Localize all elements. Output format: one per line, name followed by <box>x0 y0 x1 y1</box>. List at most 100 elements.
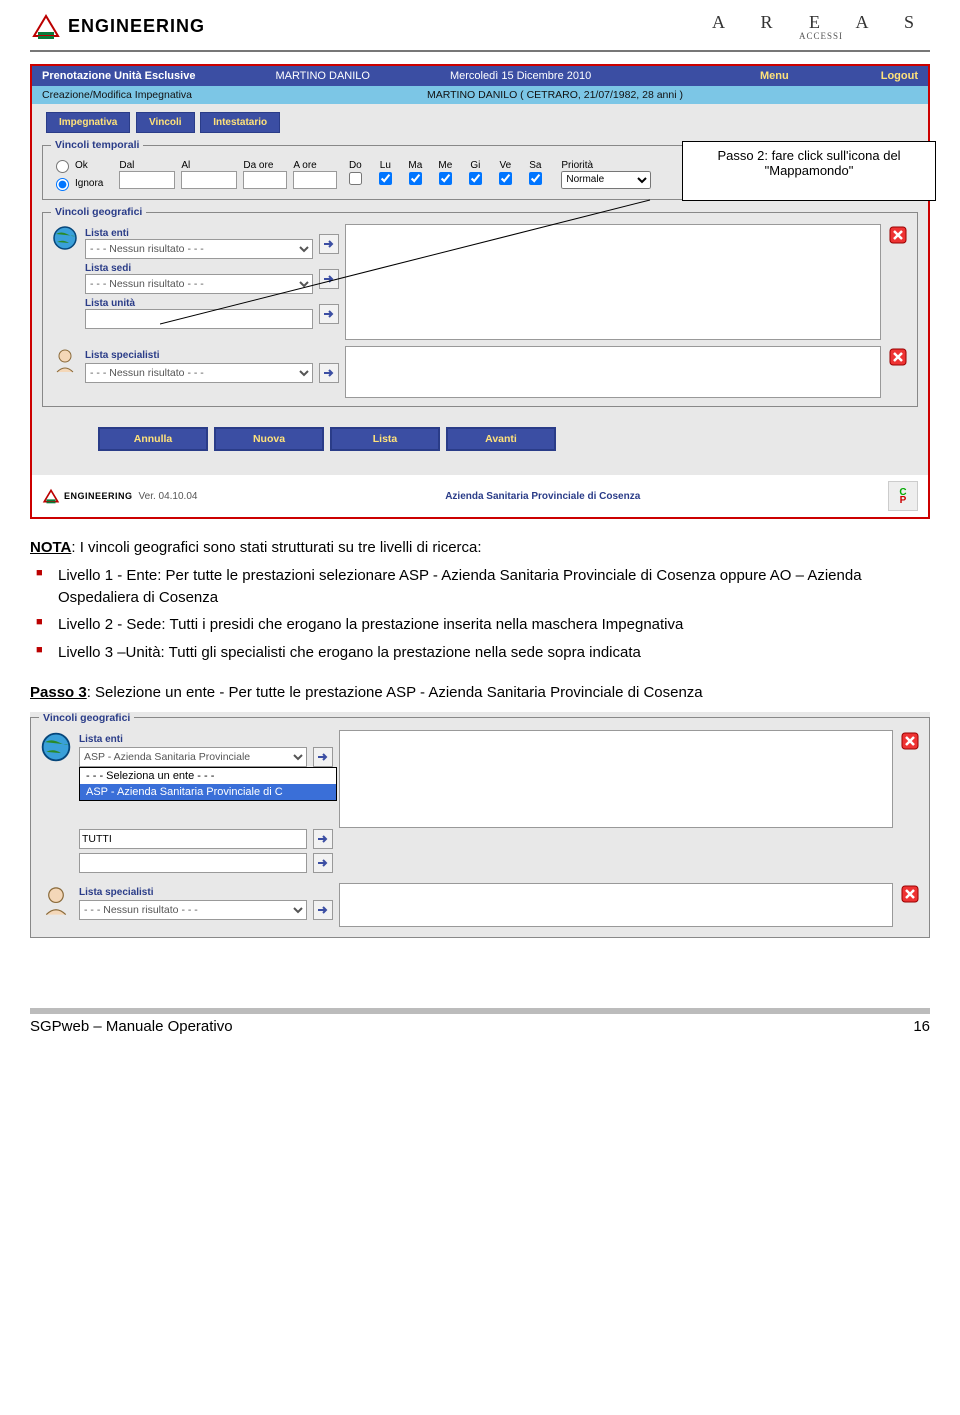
footer-client: Azienda Sanitaria Provinciale di Cosenza <box>197 491 888 502</box>
step3-unita-add-button[interactable] <box>313 853 333 873</box>
lista-button[interactable]: Lista <box>330 427 440 451</box>
vt-day-ve[interactable] <box>499 172 512 185</box>
step3-unita-input[interactable] <box>79 853 307 873</box>
spec-select[interactable]: - - - Nessun risultato - - - <box>85 363 313 383</box>
footer-bar <box>30 1008 930 1014</box>
vt-day-me[interactable] <box>439 172 452 185</box>
tabs: Impegnativa Vincoli Intestatario <box>46 112 914 133</box>
app-date: Mercoledì 15 Dicembre 2010 <box>450 70 680 82</box>
step3-enti-add-button[interactable] <box>313 747 333 767</box>
menu-link[interactable]: Menu <box>760 70 789 82</box>
vt-priorita-label: Priorità <box>561 160 651 171</box>
app-footer: ENGINEERING Ver. 04.10.04 Azienda Sanita… <box>32 475 928 517</box>
vg-enti-label: Lista enti <box>85 228 185 239</box>
step3-screenshot: Vincoli geografici Lista enti ASP - Azie… <box>30 712 930 938</box>
vt-al-label: Al <box>181 160 237 171</box>
areas-logo: A R E A S ACCESSI <box>712 12 930 41</box>
step3-dropdown-panel[interactable]: - - - Seleziona un ente - - - ASP - Azie… <box>79 767 337 801</box>
callout-line1: Passo 2: fare click sull'icona del <box>693 148 925 163</box>
header-divider <box>30 50 930 52</box>
logout-link[interactable]: Logout <box>881 70 918 82</box>
step3-result-area <box>339 730 893 828</box>
step3-spec-label: Lista specialisti <box>79 887 153 898</box>
tab-impegnativa[interactable]: Impegnativa <box>46 112 130 133</box>
annulla-button[interactable]: Annulla <box>98 427 208 451</box>
step3-sedi-add-button[interactable] <box>313 829 333 849</box>
passo3-text: : Selezione un ente - Per tutte le prest… <box>87 684 703 701</box>
nota-bullet-2: Livello 2 - Sede: Tutti i presidi che er… <box>58 614 930 636</box>
vt-dal-label: Dal <box>119 160 175 171</box>
step3-opt-placeholder[interactable]: - - - Seleziona un ente - - - <box>80 768 336 784</box>
spec-delete-button[interactable] <box>887 346 909 368</box>
engineering-logo-text: ENGINEERING <box>68 16 205 37</box>
vg-sedi-label: Lista sedi <box>85 263 185 274</box>
specialist-icon <box>51 346 79 374</box>
vt-al-input[interactable] <box>181 171 237 189</box>
engineering-logo-icon <box>30 10 62 42</box>
vt-dal-input[interactable] <box>119 171 175 189</box>
vg-sedi-add-button[interactable] <box>319 269 339 289</box>
avanti-button[interactable]: Avanti <box>446 427 556 451</box>
areas-logo-main: A R E A S <box>712 12 930 33</box>
spec-add-button[interactable] <box>319 363 339 383</box>
footer-doc-title: SGPweb – Manuale Operativo <box>30 1018 233 1035</box>
step3-globe-icon[interactable] <box>39 730 73 764</box>
step3-spec-delete-button[interactable] <box>899 883 921 905</box>
engineering-logo: ENGINEERING <box>30 10 205 42</box>
nuova-button[interactable]: Nuova <box>214 427 324 451</box>
vg-unita-label: Lista unità <box>85 298 185 309</box>
vt-daore-label: Da ore <box>243 160 287 171</box>
step3-opt-asp[interactable]: ASP - Azienda Sanitaria Provinciale di C <box>80 784 336 800</box>
cup-badge: CP <box>888 481 918 511</box>
footer-version: Ver. 04.10.04 <box>139 491 198 502</box>
step3-specialist-icon <box>39 883 73 917</box>
vt-priorita-select[interactable]: Normale <box>561 171 651 189</box>
step3-delete-button[interactable] <box>899 730 921 752</box>
tab-vincoli[interactable]: Vincoli <box>136 112 195 133</box>
vt-day-lu[interactable] <box>379 172 392 185</box>
vt-daore-input[interactable] <box>243 171 287 189</box>
subbar-patient: MARTINO DANILO ( CETRARO, 21/07/1982, 28… <box>192 89 918 101</box>
vt-legend: Vincoli temporali <box>51 139 143 151</box>
app-title: Prenotazione Unità Esclusive <box>42 70 195 82</box>
vt-day-do[interactable] <box>349 172 362 185</box>
spec-label: Lista specialisti <box>85 350 159 361</box>
step3-enti-label: Lista enti <box>79 734 123 745</box>
step3-fieldset: Vincoli geografici Lista enti ASP - Azie… <box>30 712 930 938</box>
vg-enti-add-button[interactable] <box>319 234 339 254</box>
callout-box: Passo 2: fare click sull'icona del "Mapp… <box>682 141 936 201</box>
nota-bullet-3: Livello 3 –Unità: Tutti gli specialisti … <box>58 642 930 664</box>
tab-intestatario[interactable]: Intestatario <box>200 112 280 133</box>
nota-section: NOTA: I vincoli geografici sono stati st… <box>0 537 960 704</box>
vt-aore-label: A ore <box>293 160 337 171</box>
vg-unita-add-button[interactable] <box>319 304 339 324</box>
vg-delete-button[interactable] <box>887 224 909 246</box>
nota-list: Livello 1 - Ente: Per tutte le prestazio… <box>30 565 930 664</box>
step3-spec-result-area <box>339 883 893 927</box>
page-footer: SGPweb – Manuale Operativo 16 <box>0 1008 960 1055</box>
globe-icon[interactable] <box>51 224 79 252</box>
vg-enti-select[interactable]: - - - Nessun risultato - - - <box>85 239 313 259</box>
vg-result-area <box>345 224 881 340</box>
step3-sedi-input[interactable] <box>79 829 307 849</box>
vt-day-gi[interactable] <box>469 172 482 185</box>
app-titlebar: Prenotazione Unità Esclusive MARTINO DAN… <box>32 66 928 86</box>
step3-legend: Vincoli geografici <box>39 712 134 724</box>
vt-ignora-radio[interactable]: Ignora <box>51 175 103 191</box>
vt-aore-input[interactable] <box>293 171 337 189</box>
step3-spec-select[interactable]: - - - Nessun risultato - - - <box>79 900 307 920</box>
application-window: Passo 2: fare click sull'icona del "Mapp… <box>30 64 930 519</box>
step3-spec-add-button[interactable] <box>313 900 333 920</box>
subbar-left: Creazione/Modifica Impegnativa <box>42 89 192 101</box>
step3-enti-select[interactable]: ASP - Azienda Sanitaria Provinciale <box>79 747 307 767</box>
nota-bullet-1: Livello 1 - Ente: Per tutte le prestazio… <box>58 565 930 609</box>
vincoli-geografici-fieldset: Vincoli geografici Lista enti - - - Ness… <box>42 206 918 407</box>
vt-ok-radio[interactable]: Ok <box>51 157 103 173</box>
vt-day-ma[interactable] <box>409 172 422 185</box>
vg-unita-input[interactable] <box>85 309 313 329</box>
vg-sedi-select[interactable]: - - - Nessun risultato - - - <box>85 274 313 294</box>
vt-radio-group: Ok Ignora <box>51 157 103 191</box>
vt-day-sa[interactable] <box>529 172 542 185</box>
nota-label: NOTA <box>30 539 71 556</box>
page-header: ENGINEERING A R E A S ACCESSI <box>0 0 960 46</box>
